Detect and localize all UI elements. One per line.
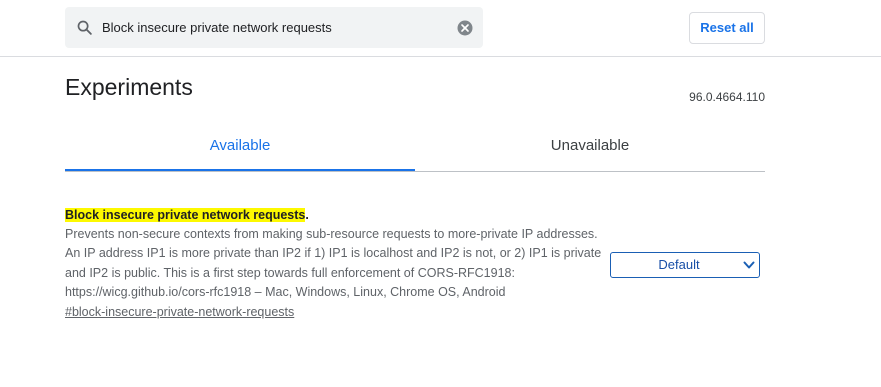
search-box[interactable]: Block insecure private network requests (65, 7, 483, 48)
clear-icon[interactable] (456, 19, 474, 37)
page-title: Experiments (65, 74, 193, 100)
experiment-title-suffix: . (305, 208, 309, 222)
experiment-title: Block insecure private network requests. (65, 206, 605, 224)
experiment-permalink[interactable]: #block-insecure-private-network-requests (65, 303, 294, 322)
tab-available[interactable]: Available (65, 120, 415, 171)
tab-unavailable[interactable]: Unavailable (415, 120, 765, 169)
experiment-item: Block insecure private network requests.… (65, 206, 605, 322)
tab-bar: Available Unavailable (65, 120, 765, 172)
experiment-state-select[interactable]: Default (610, 252, 760, 278)
select-value: Default (658, 257, 700, 272)
search-icon (77, 20, 92, 35)
chevron-down-icon (743, 261, 755, 269)
search-input[interactable]: Block insecure private network requests (102, 7, 332, 48)
experiment-title-text: Block insecure private network requests (65, 208, 306, 222)
experiment-description: Prevents non-secure contexts from making… (65, 227, 602, 299)
reset-all-button[interactable]: Reset all (689, 12, 765, 44)
version-label: 96.0.4664.110 (689, 90, 765, 104)
header-bar: Block insecure private network requests … (0, 0, 881, 57)
